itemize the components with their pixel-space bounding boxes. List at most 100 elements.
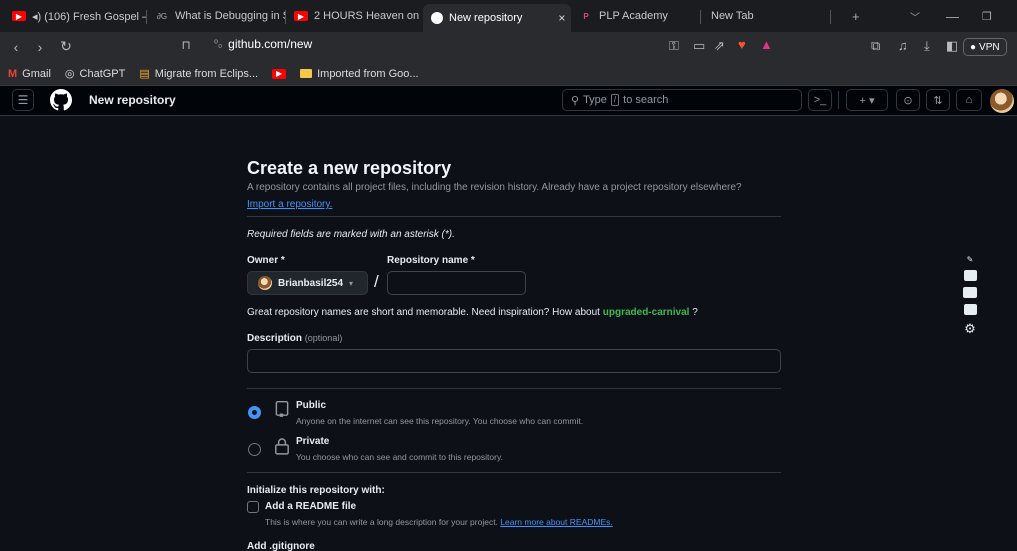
restore-window-icon[interactable]: ❐ bbox=[982, 0, 992, 32]
vpn-button[interactable]: ● VPN bbox=[963, 38, 1007, 56]
search-input[interactable]: ⚲ Type / to search bbox=[562, 89, 802, 111]
copy-icon[interactable] bbox=[963, 304, 977, 315]
browser-tab-debugging[interactable]: ∂G What is Debugging in Soft bbox=[147, 3, 286, 29]
caret-down-icon: ▾ bbox=[349, 278, 354, 288]
back-icon[interactable]: ‹ bbox=[6, 39, 26, 55]
bookmark-imported-folder[interactable]: Imported from Goo... bbox=[300, 68, 419, 80]
github-header: ☰ New repository ⚲ Type / to search >_ +… bbox=[0, 86, 1017, 116]
suggested-name-link[interactable]: upgraded-carnival bbox=[603, 307, 690, 318]
page-subtitle: A repository contains all project files,… bbox=[247, 182, 742, 193]
divider bbox=[247, 472, 781, 473]
add-readme-checkbox[interactable] bbox=[247, 501, 259, 513]
browser-toolbar: ‹ › ↻ ⊓ ⁰₀ github.com/new ⚿ ▭ ⇗ ♥ ▲ ⧉ ♫ … bbox=[0, 32, 1017, 62]
browser-tab-plp[interactable]: P PLP Academy bbox=[571, 3, 701, 29]
readme-description-text: This is where you can write a long descr… bbox=[265, 517, 498, 527]
bookmark-migrate[interactable]: ▤ Migrate from Eclips... bbox=[139, 67, 259, 81]
brave-rewards-icon[interactable]: ▲ bbox=[760, 37, 773, 52]
cast-icon[interactable]: ▭ bbox=[693, 38, 705, 54]
new-tab-button[interactable]: + bbox=[852, 0, 860, 32]
bookmark-label: Migrate from Eclips... bbox=[154, 67, 259, 80]
repository-name-input[interactable] bbox=[387, 271, 526, 295]
add-readme-label[interactable]: Add a README file bbox=[265, 501, 356, 512]
youtube-icon: ▶ bbox=[12, 11, 26, 21]
floating-toolbar: ✎ ⚙ bbox=[962, 255, 978, 337]
close-tab-icon[interactable]: × bbox=[558, 11, 565, 25]
key-icon[interactable]: ⚿ bbox=[669, 38, 679, 54]
description-input[interactable] bbox=[247, 349, 781, 373]
public-radio[interactable] bbox=[248, 406, 261, 419]
extensions-icon[interactable]: ⧉ bbox=[871, 38, 880, 54]
pin-icon[interactable]: ✎ bbox=[967, 255, 974, 264]
description-label: Description (optional) bbox=[247, 333, 342, 344]
video-icon[interactable] bbox=[963, 287, 977, 298]
bookmark-gmail[interactable]: M Gmail bbox=[8, 68, 51, 80]
name-suggestion-hint: Great repository names are short and mem… bbox=[247, 307, 698, 318]
search-placeholder-suffix: to search bbox=[623, 94, 669, 106]
issues-button[interactable]: ⊙ bbox=[896, 89, 920, 111]
search-shortcut-key: / bbox=[610, 94, 620, 106]
optional-tag: (optional) bbox=[304, 333, 343, 343]
bookmark-page-icon[interactable]: ⊓ bbox=[176, 38, 196, 52]
bookmarks-bar: M Gmail ◎ ChatGPT ▤ Migrate from Eclips.… bbox=[0, 62, 1017, 86]
page-context-title: New repository bbox=[89, 93, 176, 107]
required-fields-note: Required fields are marked with an aster… bbox=[247, 229, 455, 240]
youtube-icon: ▶ bbox=[272, 68, 287, 79]
import-repository-link[interactable]: Import a repository. bbox=[247, 199, 332, 210]
tab-label: New repository bbox=[449, 12, 523, 24]
youtube-icon: ▶ bbox=[294, 11, 308, 21]
sidebar-icon[interactable]: ◧ bbox=[946, 38, 958, 54]
divider bbox=[247, 216, 781, 217]
private-radio[interactable] bbox=[248, 443, 261, 456]
repository-name-label: Repository name * bbox=[387, 255, 475, 266]
site-icon: ∂G bbox=[156, 11, 168, 21]
forward-icon[interactable]: › bbox=[30, 39, 50, 55]
notifications-button[interactable]: ⌂ bbox=[956, 89, 982, 111]
menu-icon[interactable]: ☰ bbox=[12, 89, 34, 111]
download-icon[interactable]: ⤓ bbox=[924, 38, 930, 54]
share-icon[interactable]: ⇗ bbox=[714, 38, 725, 54]
browser-tab-bar: ▶ ◂) (106) Fresh Gospel – u ∂G What is D… bbox=[0, 0, 1017, 32]
learn-more-readmes-link[interactable]: Learn more about READMEs. bbox=[500, 517, 612, 527]
vpn-label: VPN bbox=[979, 41, 1000, 53]
bookmark-label: ChatGPT bbox=[79, 67, 126, 80]
browser-tab-new-repository[interactable]: New repository × bbox=[423, 4, 571, 32]
browser-tab-fresh-gospel[interactable]: ▶ ◂) (106) Fresh Gospel – u bbox=[4, 3, 147, 29]
bookmark-youtube[interactable]: ▶ bbox=[272, 68, 287, 79]
add-gitignore-heading: Add .gitignore bbox=[247, 541, 315, 551]
address-bar[interactable]: ⁰₀ github.com/new bbox=[214, 37, 312, 51]
readme-description: This is where you can write a long descr… bbox=[265, 517, 613, 527]
site-info-icon[interactable]: ⁰₀ bbox=[214, 39, 222, 50]
create-new-button[interactable]: + ▾ bbox=[846, 89, 888, 111]
vpn-toggle-icon: ● bbox=[970, 41, 977, 53]
initialize-heading: Initialize this repository with: bbox=[247, 485, 385, 496]
reload-icon[interactable]: ↻ bbox=[56, 38, 76, 55]
private-title: Private bbox=[296, 436, 330, 447]
github-logo-icon[interactable] bbox=[50, 89, 72, 111]
browser-tab-new-tab[interactable]: New Tab bbox=[701, 3, 831, 29]
music-icon[interactable]: ♫ bbox=[898, 38, 908, 53]
camera-icon[interactable] bbox=[963, 270, 977, 281]
search-placeholder: Type bbox=[583, 94, 607, 106]
private-description: You choose who can see and commit to thi… bbox=[296, 452, 503, 462]
pull-requests-button[interactable]: ⇅ bbox=[926, 89, 950, 111]
gmail-icon: M bbox=[8, 67, 18, 80]
folder-icon bbox=[300, 69, 313, 78]
bookmark-label: Gmail bbox=[22, 67, 51, 80]
owner-label: Owner * bbox=[247, 255, 285, 266]
avatar[interactable] bbox=[990, 89, 1014, 113]
gear-icon[interactable]: ⚙ bbox=[964, 321, 976, 337]
tab-label: What is Debugging in Soft bbox=[175, 10, 286, 22]
command-palette-button[interactable]: >_ bbox=[808, 89, 832, 111]
terminal-icon: >_ bbox=[813, 94, 827, 106]
owner-dropdown[interactable]: Brianbasil254 ▾ bbox=[247, 271, 368, 295]
owner-value: Brianbasil254 bbox=[278, 277, 344, 289]
tab-list-chevron-icon[interactable]: ﹀ bbox=[910, 0, 920, 32]
public-title: Public bbox=[296, 400, 327, 411]
browser-tab-heaven[interactable]: ▶ 2 HOURS Heaven on Earth bbox=[286, 3, 423, 29]
lock-icon bbox=[275, 438, 289, 455]
tab-label: New Tab bbox=[711, 10, 754, 22]
minimize-icon[interactable]: — bbox=[946, 0, 959, 32]
owner-repo-separator: / bbox=[374, 272, 379, 291]
bookmark-chatgpt[interactable]: ◎ ChatGPT bbox=[65, 67, 126, 81]
brave-shield-icon[interactable]: ♥ bbox=[738, 37, 746, 52]
